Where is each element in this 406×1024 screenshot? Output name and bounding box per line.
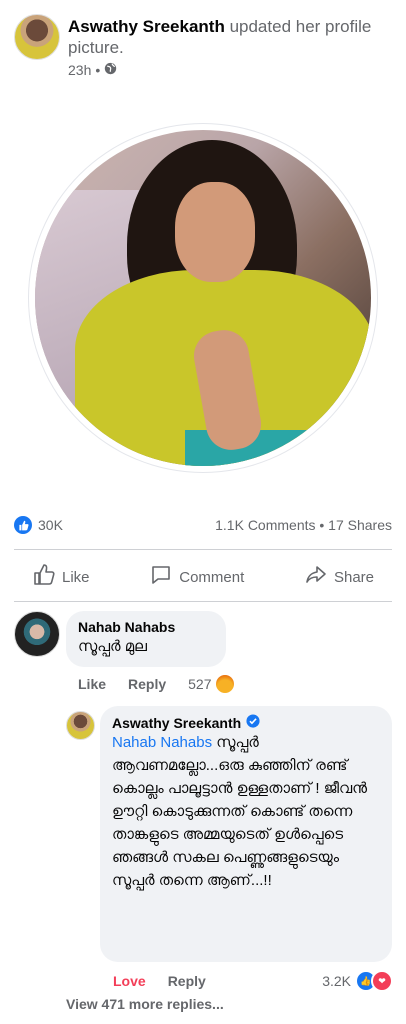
profile-photo[interactable] — [35, 130, 371, 466]
comment-label: Comment — [179, 568, 245, 586]
comment-reaction-count[interactable]: 527 — [188, 675, 234, 693]
verified-badge-icon — [246, 714, 260, 731]
like-reaction-icon[interactable] — [14, 516, 32, 534]
reply-love-button[interactable]: Love — [113, 973, 146, 989]
globe-icon — [104, 62, 117, 78]
comment-bubble: Nahab Nahabs സൂപ്പർ മുല — [66, 611, 226, 667]
reply-text: സൂപ്പർ ആവണമല്ലോ...ഒരു കുഞ്ഞിന് രണ്ട് കൊല… — [112, 734, 368, 889]
reaction-count[interactable]: 30K — [38, 517, 63, 533]
reply-item: Aswathy Sreekanth Nahab Nahabs സൂപ്പർ ആവ… — [66, 706, 394, 996]
post-time-row: 23h • — [68, 62, 117, 78]
comments-shares-count[interactable]: 1.1K Comments • 17 Shares — [215, 517, 392, 533]
share-label: Share — [333, 568, 374, 586]
reply-mention[interactable]: Nahab Nahabs — [112, 734, 212, 751]
reply-text-block: Nahab Nahabs സൂപ്പർ ആവണമല്ലോ...ഒരു കുഞ്ഞ… — [112, 731, 380, 892]
reply-author-avatar[interactable] — [66, 711, 95, 740]
author-avatar[interactable] — [14, 14, 60, 60]
reply-author-name[interactable]: Aswathy Sreekanth — [112, 714, 380, 731]
post-time[interactable]: 23h — [68, 62, 91, 78]
share-button[interactable]: Share — [286, 563, 392, 591]
commenter-avatar[interactable] — [14, 611, 60, 657]
post-meta: Aswathy Sreekanth updated her profile pi… — [68, 16, 394, 58]
comment-icon — [149, 563, 173, 591]
divider — [14, 601, 392, 602]
comment-actions: Like Reply 527 — [78, 675, 234, 693]
reply-actions: Love Reply 3.2K 👍 ❤ — [113, 970, 393, 992]
dot-separator: • — [95, 62, 101, 78]
like-label: Like — [62, 568, 90, 586]
divider — [14, 549, 392, 550]
comment-like-button[interactable]: Like — [78, 676, 106, 692]
reply-bubble: Aswathy Sreekanth Nahab Nahabs സൂപ്പർ ആവ… — [100, 706, 392, 962]
reply-reply-button[interactable]: Reply — [168, 973, 206, 989]
angry-icon — [215, 675, 234, 693]
thumbs-up-icon — [32, 563, 56, 591]
commenter-name[interactable]: Nahab Nahabs — [78, 619, 214, 635]
view-more-replies-link[interactable]: View 471 more replies... — [66, 996, 224, 1012]
love-icon: ❤ — [371, 970, 393, 992]
comment-item: Nahab Nahabs സൂപ്പർ മുല Like Reply 527 — [14, 611, 394, 701]
post-actions: Like Comment Share — [14, 562, 392, 592]
reply-reaction-number: 3.2K — [322, 973, 351, 989]
post-stats: 30K 1.1K Comments • 17 Shares — [14, 516, 392, 536]
like-button[interactable]: Like — [14, 563, 108, 591]
profile-photo-frame[interactable] — [29, 124, 377, 472]
comment-reaction-number: 527 — [188, 676, 212, 692]
reply-reaction-count[interactable]: 3.2K 👍 ❤ — [322, 970, 393, 992]
photo-face — [175, 182, 255, 282]
reply-author-label: Aswathy Sreekanth — [112, 714, 242, 731]
author-name[interactable]: Aswathy Sreekanth — [68, 17, 225, 36]
share-icon — [304, 563, 328, 591]
comment-text: സൂപ്പർ മുല — [78, 638, 147, 655]
comment-button[interactable]: Comment — [131, 563, 262, 591]
comment-reply-button[interactable]: Reply — [128, 676, 166, 692]
reaction-stack: 👍 ❤ — [355, 970, 393, 992]
